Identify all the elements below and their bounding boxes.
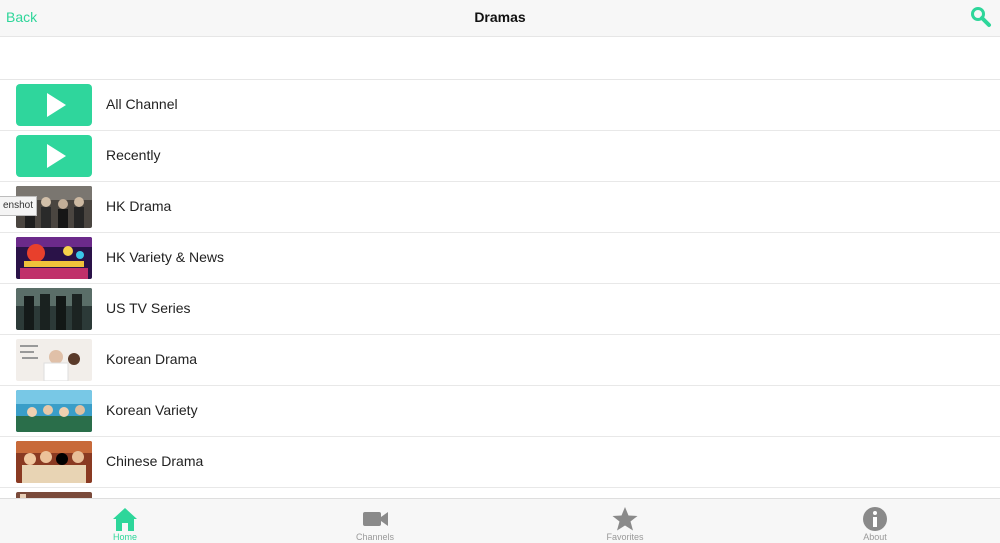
page-title: Dramas (474, 9, 526, 25)
tab-label: Favorites (606, 532, 644, 542)
top-nav-bar: Back Dramas (0, 0, 1000, 37)
tab-label: Home (112, 532, 137, 542)
list-item-label: Recently (106, 147, 161, 163)
list-item-recently[interactable]: Recently (0, 131, 1000, 182)
list-item-hk-variety-news[interactable]: HK Variety & News (0, 233, 1000, 284)
play-icon (16, 135, 92, 177)
list-item-all-channel[interactable]: All Channel (0, 80, 1000, 131)
list-item-label: Korean Variety (106, 402, 198, 418)
info-icon (863, 507, 887, 531)
list-item-us-tv-series[interactable]: US TV Series (0, 284, 1000, 335)
star-icon (612, 507, 638, 531)
play-icon (16, 84, 92, 126)
chinese-drama-thumbnail (16, 441, 92, 483)
search-bar-area[interactable] (0, 37, 1000, 80)
tab-label: About (863, 532, 887, 542)
tab-home[interactable]: Home (0, 499, 250, 543)
list-item-hk-drama[interactable]: HK Drama (0, 182, 1000, 233)
hk-variety-thumbnail (16, 237, 92, 279)
us-tv-thumbnail (16, 288, 92, 330)
korean-variety-thumbnail (16, 390, 92, 432)
list-item-label: HK Variety & News (106, 249, 224, 265)
screenshot-tooltip: enshot (0, 196, 38, 216)
korean-drama-thumbnail (16, 339, 92, 381)
tab-label: Channels (355, 532, 395, 542)
list-item-label: US TV Series (106, 300, 191, 316)
bottom-tab-bar: Home Channels Favorites About (0, 498, 1000, 543)
tab-channels[interactable]: Channels (250, 499, 500, 543)
home-icon (113, 508, 137, 531)
list-item-chinese-drama[interactable]: Chinese Drama (0, 437, 1000, 488)
list-item-label: HK Drama (106, 198, 172, 214)
tab-favorites[interactable]: Favorites (500, 499, 750, 543)
category-list: All Channel Recently HK Drama HK Variety… (0, 80, 1000, 498)
list-item-label: Chinese Drama (106, 453, 204, 469)
list-item-label: All Channel (106, 96, 178, 112)
tab-about[interactable]: About (750, 499, 1000, 543)
list-item-korean-variety[interactable]: Korean Variety (0, 386, 1000, 437)
video-camera-icon (363, 512, 388, 526)
list-item-label: Korean Drama (106, 351, 198, 367)
list-item-partial[interactable] (0, 488, 1000, 498)
search-icon[interactable] (970, 6, 992, 28)
list-item-korean-drama[interactable]: Korean Drama (0, 335, 1000, 386)
